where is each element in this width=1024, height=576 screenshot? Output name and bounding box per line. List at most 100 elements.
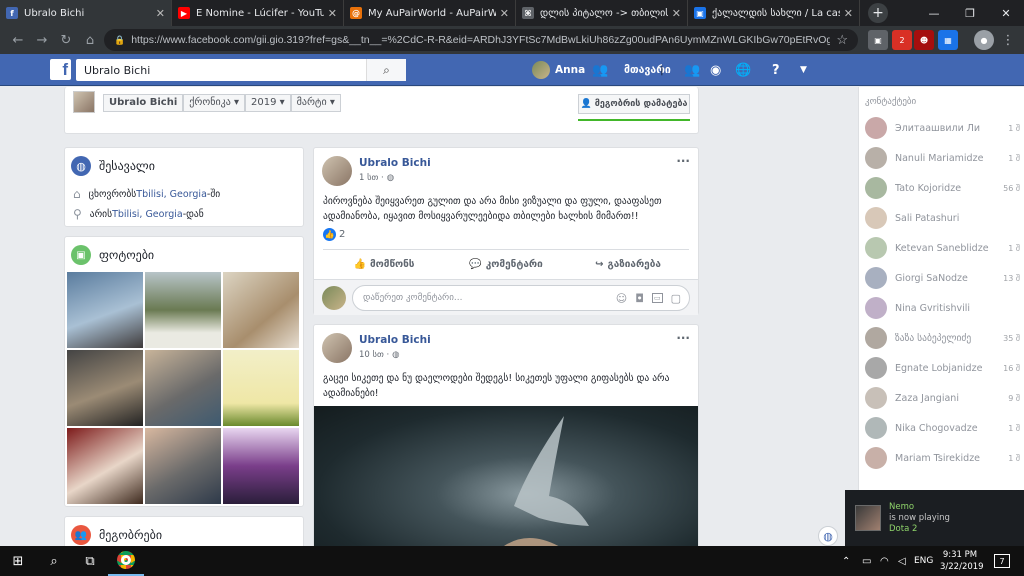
post-author-avatar[interactable] [322,156,352,186]
contact-item[interactable]: Nanuli Mariamidze 1 შ [859,143,1024,173]
timeline-name-link[interactable]: Ubralo Bichi [103,94,184,112]
photo-thumbnail[interactable] [223,272,299,348]
home-link[interactable]: მთავარი [624,54,671,86]
post-author-name[interactable]: Ubralo Bichi [359,334,431,346]
browser-tab[interactable]: ⌘ დლის პიტალო -> თბილის ✕ [516,0,688,26]
camera-icon[interactable]: ◘ [635,292,644,305]
contact-item[interactable]: Zaza Jangiani 9 შ [859,383,1024,413]
task-view-icon[interactable]: ⧉ [72,546,108,576]
photo-thumbnail[interactable] [67,272,143,348]
tray-network-icon[interactable]: ▭ [862,556,871,567]
post-image[interactable] [314,406,698,546]
timeline-select-type[interactable]: ქრონიკა ▾ [183,94,245,112]
game-notification-toast[interactable]: Nemo is now playing Dota 2 [845,490,1024,546]
share-button[interactable]: ↪ გაზიარება [567,259,689,270]
address-bar[interactable]: 🔒 https://www.facebook.com/gii.gio.319?f… [104,29,858,51]
notifications-globe-icon[interactable]: 🌐 [735,54,751,86]
profile-thumbnail[interactable] [73,91,95,113]
post-timestamp[interactable]: 1 სთ · [359,173,384,183]
post-author-name[interactable]: Ubralo Bichi [359,157,431,169]
messenger-icon[interactable]: ◉ [710,54,721,86]
find-friends-icon[interactable]: 👥 [592,54,608,86]
tab-close-icon[interactable]: ✕ [500,7,509,20]
globe-toggle-icon[interactable]: ◍ [818,526,838,546]
start-button[interactable]: ⊞ [0,546,36,576]
new-tab-button[interactable]: + [868,3,888,23]
photo-thumbnail[interactable] [145,350,221,426]
reaction-count[interactable]: 2 [339,229,345,240]
browser-tab[interactable]: ▶ E Nomine - Lúcifer - YouTube ✕ [172,0,344,26]
gif-icon[interactable]: ▭ [651,293,663,303]
language-indicator[interactable]: ENG [914,556,933,566]
url-text[interactable]: https://www.facebook.com/gii.gio.319?fre… [131,34,830,46]
devil-extension-icon[interactable]: ☻ [914,30,934,50]
facebook-logo-icon[interactable]: f [50,59,71,80]
taskbar-search-icon[interactable]: ⌕ [36,546,72,576]
home-button[interactable]: ⌂ [78,33,102,48]
contacts-list: Элитаашвили Ли 1 შ Nanuli Mariamidze 1 შ Tat… [859,113,1024,473]
contact-item[interactable]: Элитаашвили Ли 1 შ [859,113,1024,143]
comment-button[interactable]: 💬 კომენტარი [445,259,567,270]
friend-requests-icon[interactable]: 👥 [684,54,700,86]
chrome-taskbar-icon[interactable] [108,546,144,576]
like-button[interactable]: 👍 მომწონს [323,259,445,270]
contact-item[interactable]: ზაზა საბეპელიძე 35 შ [859,323,1024,353]
intro-title: შესავალი [99,159,155,173]
add-friend-button[interactable]: 👤 მეგობრის დამატება [578,94,690,114]
contact-item[interactable]: Giorgi SaNodze 13 შ [859,263,1024,293]
bookmark-star-icon[interactable]: ☆ [836,32,848,48]
photo-thumbnail[interactable] [67,350,143,426]
tab-close-icon[interactable]: ✕ [156,7,165,20]
tab-close-icon[interactable]: ✕ [672,7,681,20]
photo-thumbnail[interactable] [67,428,143,504]
tab-close-icon[interactable]: ✕ [328,7,337,20]
browser-menu-icon[interactable]: ⋮ [998,30,1018,50]
contact-item[interactable]: Ketevan Saneblidze 1 შ [859,233,1024,263]
comment-input[interactable]: დაწერეთ კომენტარი... ☺ ◘ ▭ ▢ [352,285,690,311]
search-button-icon[interactable]: ⌕ [366,59,406,81]
emoji-icon[interactable]: ☺ [616,292,627,305]
notification-center-icon[interactable]: 7 [994,554,1010,568]
photo-thumbnail[interactable] [223,350,299,426]
screenshot-extension-icon[interactable]: ▦ [938,30,958,50]
contact-item[interactable]: Nina Gvritishvili [859,293,1024,323]
sticker-icon[interactable]: ▢ [671,292,681,305]
account-menu-chevron-icon[interactable]: ▼ [800,54,807,86]
tray-volume-icon[interactable]: ◁ [898,556,906,567]
clock[interactable]: 9:31 PM 3/22/2019 [940,549,984,573]
timeline-select-month[interactable]: მარტი ▾ [290,94,341,112]
photo-thumbnail[interactable] [145,428,221,504]
forward-button[interactable]: → [30,33,54,48]
help-icon[interactable]: ? [772,54,780,86]
tray-wifi-icon[interactable]: ◠ [880,556,889,567]
back-button[interactable]: ← [6,33,30,48]
contact-item[interactable]: Tato Kojoridze 56 შ [859,173,1024,203]
post-author-avatar[interactable] [322,333,352,363]
tab-close-icon[interactable]: ✕ [844,7,853,20]
browser-tab[interactable]: ▣ ქალალდის სახლი / La casa ✕ [688,0,860,26]
reload-button[interactable]: ↻ [54,33,78,48]
tray-up-chevron-icon[interactable]: ⌃ [842,556,850,567]
timeline-select-year[interactable]: 2019 ▾ [245,94,291,112]
browser-tab[interactable]: @ My AuPairWorld - AuPairWorld ✕ [344,0,516,26]
maximize-button[interactable]: ❐ [952,0,988,26]
adblock-icon[interactable]: 2 [892,30,912,50]
lives-in-link[interactable]: Tbilisi, Georgia [136,189,207,200]
close-window-button[interactable]: ✕ [988,0,1024,26]
contact-item[interactable]: Mariam Tsirekidze 1 შ [859,443,1024,473]
profile-avatar-icon[interactable]: ● [974,30,994,50]
browser-tab[interactable]: f Ubralo Bichi ✕ [0,0,172,26]
contact-item[interactable]: Egnate Lobjanidze 16 შ [859,353,1024,383]
post-timestamp[interactable]: 10 სთ · [359,350,389,360]
from-link[interactable]: Tbilisi, Georgia [112,209,183,220]
minimize-button[interactable]: — [916,0,952,26]
photo-thumbnail[interactable] [145,272,221,348]
facebook-search-input[interactable]: Ubralo Bichi ⌕ [76,59,406,81]
post-options-icon[interactable]: ··· [676,331,690,345]
post-options-icon[interactable]: ··· [676,154,690,168]
contact-item[interactable]: Sali Patashuri [859,203,1024,233]
contact-item[interactable]: Nika Chogovadze 1 შ [859,413,1024,443]
profile-shortcut[interactable]: Anna [532,54,585,86]
extension-icon[interactable]: ▣ [868,30,888,50]
photo-thumbnail[interactable] [223,428,299,504]
